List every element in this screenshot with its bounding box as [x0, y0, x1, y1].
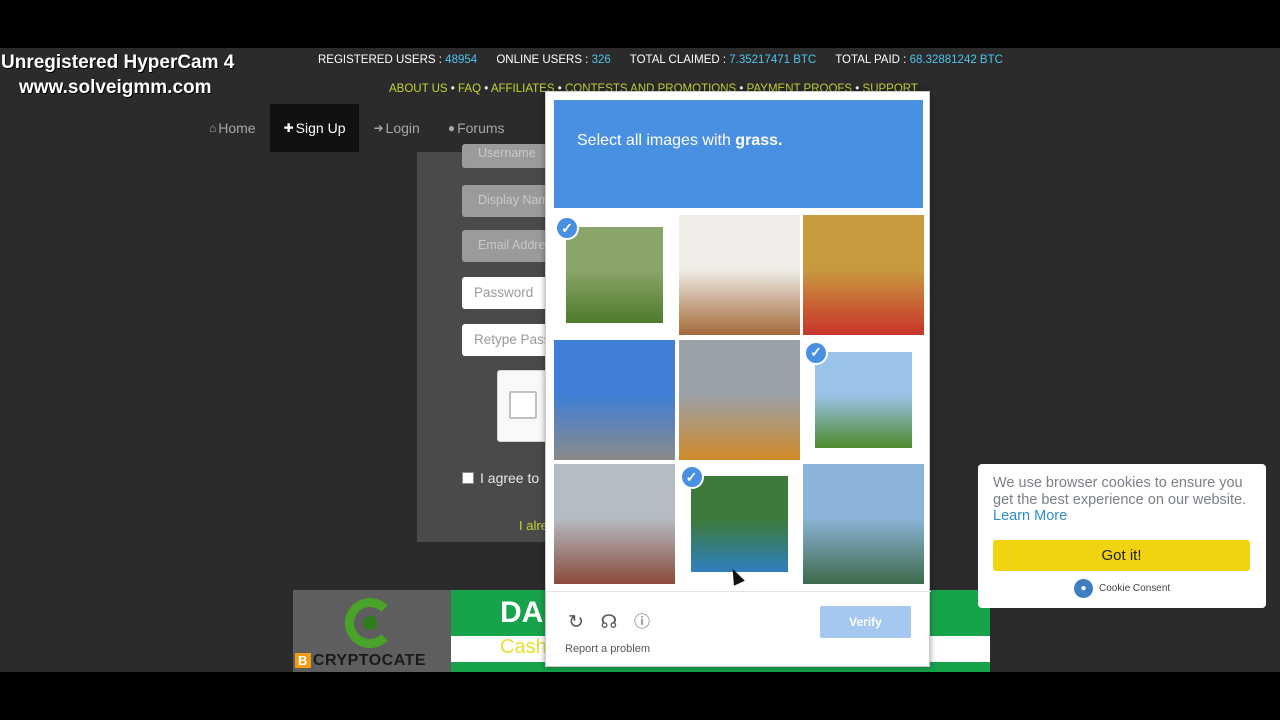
info-icon[interactable]: ⓘ — [631, 612, 653, 634]
prompt-subject: grass. — [735, 132, 783, 149]
watermark-line1: Unregistered HyperCam 4 — [1, 52, 235, 73]
agree-terms[interactable]: I agree to — [462, 470, 539, 486]
challenge-header: Select all images with grass. — [554, 100, 923, 208]
cookie-message: We use browser cookies to ensure you get… — [993, 475, 1255, 525]
cookie-icon: ● — [1074, 579, 1093, 598]
recaptcha-checkbox[interactable] — [509, 391, 537, 419]
nav-home-label: Home — [218, 120, 256, 136]
tile-lake-meadow[interactable]: ✓ — [554, 215, 675, 335]
tile-image — [554, 339, 675, 460]
cookie-brand-label: Cookie Consent — [1099, 583, 1171, 594]
logo-dot — [363, 616, 377, 630]
tile-green-hills[interactable]: ✓ — [803, 340, 924, 460]
nav-home[interactable]: ⌂ Home — [195, 104, 270, 152]
total-claimed-label: TOTAL CLAIMED : — [629, 54, 727, 66]
nav-signup-label: Sign Up — [295, 120, 346, 136]
report-problem-link[interactable]: Report a problem — [565, 643, 650, 655]
tile-old-street[interactable] — [554, 464, 675, 584]
tile-street-tram[interactable] — [678, 339, 800, 460]
total-paid-label: TOTAL PAID : — [835, 54, 907, 66]
image-grid: ✓ ✓ ✓ — [554, 215, 924, 584]
tile-building[interactable] — [554, 339, 675, 460]
banner-headline: DA — [500, 596, 544, 629]
registered-users-label: REGISTERED USERS : — [318, 54, 442, 66]
tile-image — [554, 464, 675, 584]
recorder-watermark: Unregistered HyperCam 4 www.solveigmm.co… — [1, 50, 234, 100]
tile-image — [690, 476, 788, 572]
watermark-line2: www.solveigmm.com — [19, 77, 212, 98]
cookie-banner: We use browser cookies to ensure you get… — [978, 464, 1266, 608]
link-separator: • — [484, 83, 489, 95]
agree-label: I agree to — [480, 470, 540, 486]
cookie-consent-brand: ● Cookie Consent — [1074, 579, 1170, 598]
check-icon: ✓ — [555, 216, 579, 240]
challenge-footer: ↻ ☊ ⓘ Report a problem Verify — [546, 591, 931, 668]
site-stats: REGISTERED USERS : 48954 ONLINE USERS : … — [318, 54, 1019, 66]
cryptocate-logo: B CRYPTOCATE — [293, 590, 451, 672]
logo-b-badge: B — [295, 653, 311, 668]
logo-text: CRYPTOCATE — [312, 652, 427, 669]
verify-button[interactable]: Verify — [820, 606, 911, 638]
tile-image — [815, 351, 912, 448]
registered-users-value: 48954 — [445, 54, 478, 66]
tile-image — [803, 215, 924, 335]
reload-icon[interactable]: ↻ — [565, 612, 587, 634]
tile-image — [678, 339, 800, 460]
online-users-value: 326 — [591, 54, 611, 66]
tile-fruit-stand[interactable] — [803, 215, 924, 335]
sign-in-icon: ➜ — [373, 121, 384, 135]
got-it-button[interactable]: Got it! — [993, 540, 1250, 571]
link-about[interactable]: ABOUT US — [389, 83, 448, 95]
link-separator: • — [450, 83, 455, 95]
tile-image — [803, 464, 924, 584]
online-users-label: ONLINE USERS : — [496, 54, 589, 66]
cookie-text: We use browser cookies to ensure you get… — [993, 475, 1247, 508]
total-paid-value: 68.32881242 BTC — [909, 54, 1003, 66]
tile-image — [566, 227, 663, 323]
challenge-prompt: Select all images with grass. — [577, 132, 782, 150]
nav-login-label: Login — [385, 120, 420, 136]
tile-image — [678, 215, 800, 335]
nav-signup[interactable]: ✚ Sign Up — [269, 104, 360, 152]
learn-more-link[interactable]: Learn More — [993, 508, 1067, 524]
tile-crater-lake[interactable] — [803, 464, 924, 584]
agree-checkbox[interactable] — [462, 472, 474, 484]
audio-icon[interactable]: ☊ — [598, 612, 620, 634]
user-plus-icon: ✚ — [283, 121, 294, 135]
tile-pool-lawn[interactable]: ✓ — [679, 464, 800, 584]
comments-icon: ● — [447, 121, 456, 135]
total-claimed-value: 7.35217471 BTC — [729, 54, 817, 66]
link-faq[interactable]: FAQ — [458, 83, 481, 95]
prompt-prefix: Select all images with — [577, 132, 736, 149]
tile-basket-rolls[interactable] — [678, 215, 800, 335]
check-icon: ✓ — [804, 340, 828, 365]
nav-login[interactable]: ➜ Login — [359, 104, 433, 152]
nav-forums-label: Forums — [457, 120, 505, 136]
check-icon: ✓ — [679, 465, 704, 489]
banner-subline: Cash — [500, 636, 547, 658]
home-icon: ⌂ — [209, 121, 217, 135]
